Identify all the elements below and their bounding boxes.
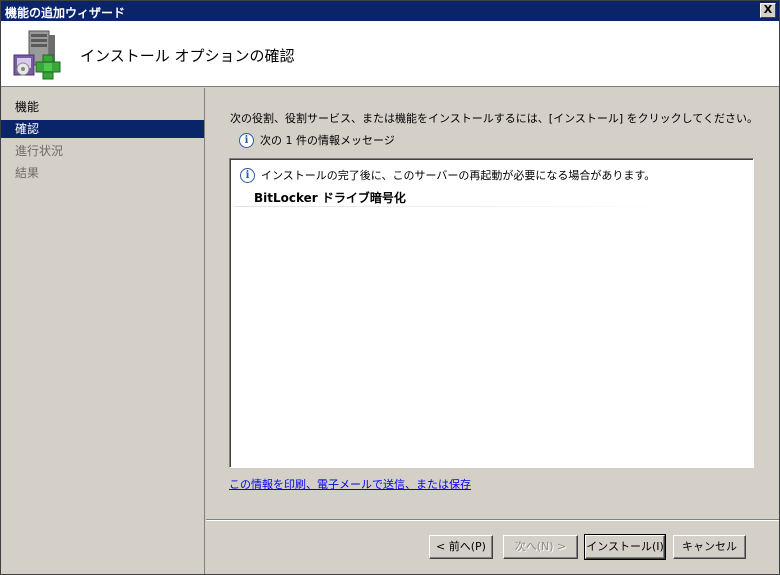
step-features[interactable]: 機能 [1,98,204,116]
step-results: 結果 [15,166,40,180]
confirmation-panel[interactable]: i インストールの完了後に、このサーバーの再起動が必要になる場合があります。 B… [229,158,754,468]
step-confirm[interactable]: 確認 [1,120,204,138]
step-progress: 進行状況 [15,144,64,158]
wizard-window: 機能の追加ウィザード X インストール オプションの確認 機能 確認 進行状況 … [0,0,780,575]
wizard-steps: 機能 確認 進行状況 結果 [1,88,205,574]
button-bar: < 前へ(P) 次へ(N) > インストール(I) キャンセル [206,519,779,574]
info-message-text: インストールの完了後に、このサーバーの再起動が必要になる場合があります。 [261,169,656,182]
next-button[interactable]: 次へ(N) > [503,535,578,559]
feature-name: BitLocker ドライブ暗号化 [254,191,406,205]
message-count: i 次の 1 件の情報メッセージ [239,132,395,148]
main-content: 次の役割、役割サービス、または機能をインストールするには、[インストール] をク… [206,88,779,519]
install-button[interactable]: インストール(I) [584,534,666,560]
message-count-label: 次の 1 件の情報メッセージ [260,134,395,147]
feature-separator [234,206,680,207]
info-icon: i [240,167,255,183]
back-button[interactable]: < 前へ(P) [429,535,493,559]
info-message: i インストールの完了後に、このサーバーの再起動が必要になる場合があります。 [240,167,655,183]
cancel-button[interactable]: キャンセル [673,535,746,559]
server-add-icon [13,30,61,80]
print-email-save-link[interactable]: この情報を印刷、電子メールで送信、または保存 [229,476,471,492]
instruction-text: 次の役割、役割サービス、または機能をインストールするには、[インストール] をク… [230,112,758,125]
title-bar[interactable]: 機能の追加ウィザード X [1,1,779,21]
window-title: 機能の追加ウィザード [5,6,126,20]
close-button[interactable]: X [760,3,776,18]
wizard-header: インストール オプションの確認 [1,21,779,87]
page-title: インストール オプションの確認 [80,47,295,65]
info-icon: i [239,132,254,148]
